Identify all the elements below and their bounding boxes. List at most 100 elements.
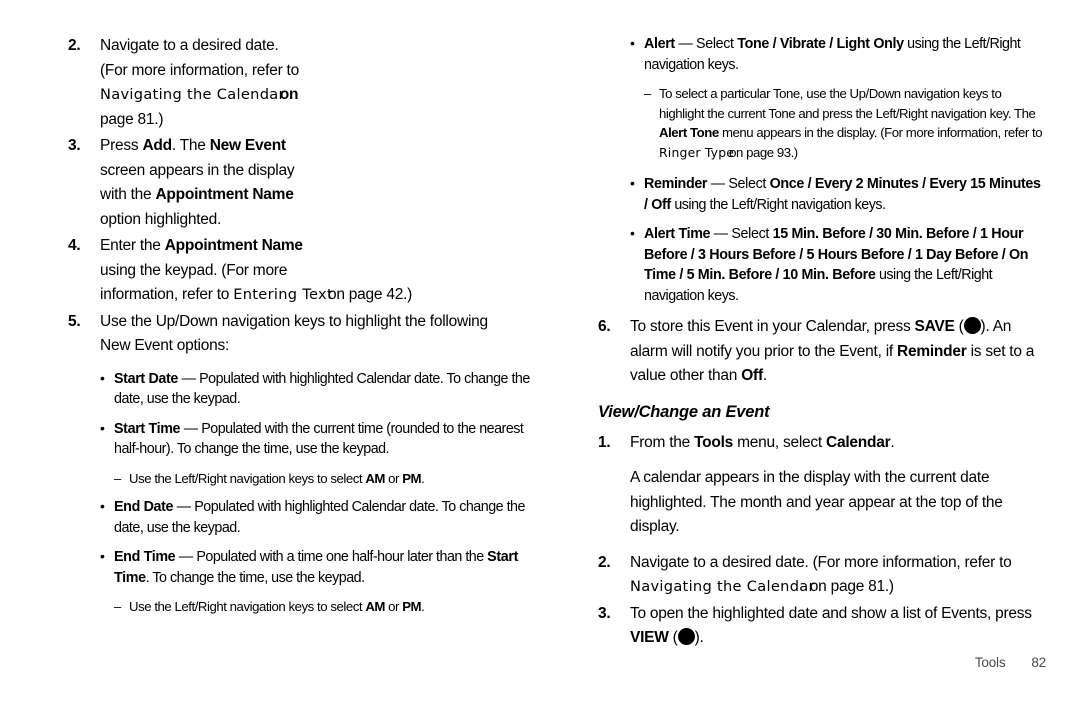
step-text: Navigate to a desired date. (For more in…: [100, 34, 530, 132]
option-start-time: Start Time — Populated with the current …: [100, 418, 530, 460]
em-dash: —: [181, 370, 196, 387]
em-dash: —: [710, 176, 725, 193]
text-run: Select: [724, 176, 770, 193]
right-column: Alert — Select Tone / Vibrate / Light On…: [598, 33, 1046, 653]
view-key-circle-icon: [677, 628, 695, 646]
text-run: (: [954, 318, 964, 336]
sub-item-alert-tone: To select a particular Tone, use the Up/…: [644, 84, 1046, 162]
step-6: 6. To store this Event in your Calendar,…: [598, 315, 1046, 389]
section-heading-view-change-an-event: View/Change an Event: [598, 402, 770, 421]
step-number: 1.: [598, 433, 611, 451]
text-run: or: [384, 599, 403, 615]
option-term: Start Date: [114, 370, 179, 387]
step-number: 6.: [598, 318, 611, 336]
value-light-only: Light Only: [836, 36, 905, 52]
ui-label-pm: PM: [402, 599, 422, 615]
step-line: New Event options:: [100, 337, 230, 354]
step-number: 3.: [68, 137, 81, 154]
step-text: To store this Event in your Calendar, pr…: [630, 315, 1046, 389]
option-end-time: End Time — Populated with a time one hal…: [100, 546, 530, 588]
step-text: From the Tools menu, select Calendar. A …: [630, 431, 1046, 540]
step-2-view: 2. Navigate to a desired date. (For more…: [598, 551, 1046, 600]
em-dash: —: [183, 420, 198, 437]
separator: /: [769, 36, 780, 52]
value-once: Once: [769, 176, 805, 193]
option-start-date: Start Date — Populated with highlighted …: [100, 368, 530, 410]
option-end-date: End Date — Populated with highlighted Ca…: [100, 496, 530, 538]
ui-label-reminder: Reminder: [897, 342, 967, 360]
ui-label-calendar: Calendar: [826, 433, 891, 451]
value-tone: Tone: [737, 36, 769, 52]
cross-reference-link[interactable]: Ringer Type: [659, 145, 734, 160]
text-run: Select: [692, 36, 738, 52]
ui-label-appointment-name: Appointment Name: [155, 186, 294, 203]
value-every-15-minutes: Every 15 Minutes: [929, 176, 1041, 193]
option-description: Populated with a time one half-hour late…: [192, 549, 488, 566]
step-line: Enter the Appointment Name: [100, 234, 530, 259]
step-text: Use the Up/Down navigation keys to highl…: [100, 310, 530, 359]
step-number: 5.: [68, 312, 81, 330]
cross-reference-tail: on page 93.): [729, 144, 798, 160]
step-text: Enter the Appointment Name using the key…: [100, 234, 530, 308]
ui-label-view: VIEW: [630, 629, 669, 647]
text-run: .: [890, 433, 895, 451]
sub-item-am-pm-2: Use the Left/Right navigation keys to se…: [114, 597, 530, 617]
value-off: Off: [741, 367, 763, 385]
step-number: 4.: [68, 237, 81, 254]
cross-reference-link[interactable]: Navigating the Calendar: [630, 578, 815, 595]
ui-label-tools: Tools: [694, 433, 734, 451]
text-run: To select a particular Tone, use the Up/…: [659, 86, 1036, 121]
step-line: From the Tools menu, select Calendar.: [630, 431, 1046, 456]
text-run: using the Left/Right navigation keys.: [670, 196, 886, 213]
text-run: To store this Event in your Calendar, pr…: [630, 318, 915, 336]
step-line: Navigate to a desired date.: [100, 37, 279, 54]
text-run: To open the highlighted date and show a …: [630, 604, 1032, 622]
left-column: 2. Navigate to a desired date. (For more…: [68, 34, 530, 626]
separator: /: [803, 176, 815, 193]
manual-page: 2. Navigate to a desired date. (For more…: [0, 0, 1080, 720]
option-description-cont: . To change the time, use the keypad.: [145, 569, 365, 586]
ui-label-new-event: New Event: [209, 137, 286, 154]
text-run: .: [762, 367, 767, 385]
cross-reference-tail: on page 42.): [328, 286, 413, 303]
step-number: 2.: [68, 37, 81, 54]
ui-label-am: AM: [365, 599, 385, 615]
ui-label-add: Add: [142, 137, 172, 154]
step-paragraph: A calendar appears in the display with t…: [630, 469, 1003, 536]
step-text: Press Add. The New Event screen appears …: [100, 134, 530, 232]
step-5: 5. Use the Up/Down navigation keys to hi…: [68, 310, 530, 359]
option-term: End Time: [114, 549, 176, 566]
step-3-view: 3. To open the highlighted date and show…: [598, 602, 1046, 651]
page-footer: Tools 82: [598, 655, 1046, 670]
text-run: (: [668, 629, 678, 647]
ui-label-pm: PM: [402, 470, 422, 486]
cross-reference-tail: on page 81.): [809, 578, 894, 596]
step-line: with the Appointment Name: [100, 183, 530, 208]
step-text: Navigate to a desired date. (For more in…: [630, 551, 1046, 600]
cross-reference-link[interactable]: Entering Text: [233, 286, 333, 303]
step-4: 4. Enter the Appointment Name using the …: [68, 234, 530, 308]
text-run: Press: [100, 137, 143, 154]
cross-reference-line: Navigating the Calendaron: [100, 83, 530, 108]
option-term: Start Time: [114, 420, 181, 437]
step-1: 1. From the Tools menu, select Calendar.…: [598, 431, 1046, 540]
text-run: menu appears in the display. (For more i…: [718, 125, 1043, 141]
new-event-options-list: Start Date — Populated with highlighted …: [100, 368, 530, 617]
sub-item-am-pm-1: Use the Left/Right navigation keys to se…: [114, 469, 530, 489]
text-run: From the: [630, 433, 695, 451]
text-run: Enter the: [100, 237, 165, 254]
step-2: 2. Navigate to a desired date. (For more…: [68, 34, 530, 132]
separator: /: [825, 36, 837, 52]
text-run: menu, select: [733, 433, 827, 451]
option-reminder: Reminder — Select Once / Every 2 Minutes…: [630, 173, 1046, 215]
step-line: (For more information, refer to: [100, 61, 299, 79]
cross-reference-link[interactable]: Navigating the Calendar: [100, 86, 285, 103]
text-run: with the: [100, 186, 156, 203]
text-run: ).: [694, 629, 704, 647]
text-run: . The: [171, 137, 210, 154]
step-line: screen appears in the display: [100, 161, 295, 179]
em-dash: —: [176, 499, 191, 516]
option-term: Alert: [644, 36, 675, 52]
step-line: page 81.): [100, 110, 164, 128]
text-run: Use the Left/Right navigation keys to se…: [129, 470, 366, 486]
